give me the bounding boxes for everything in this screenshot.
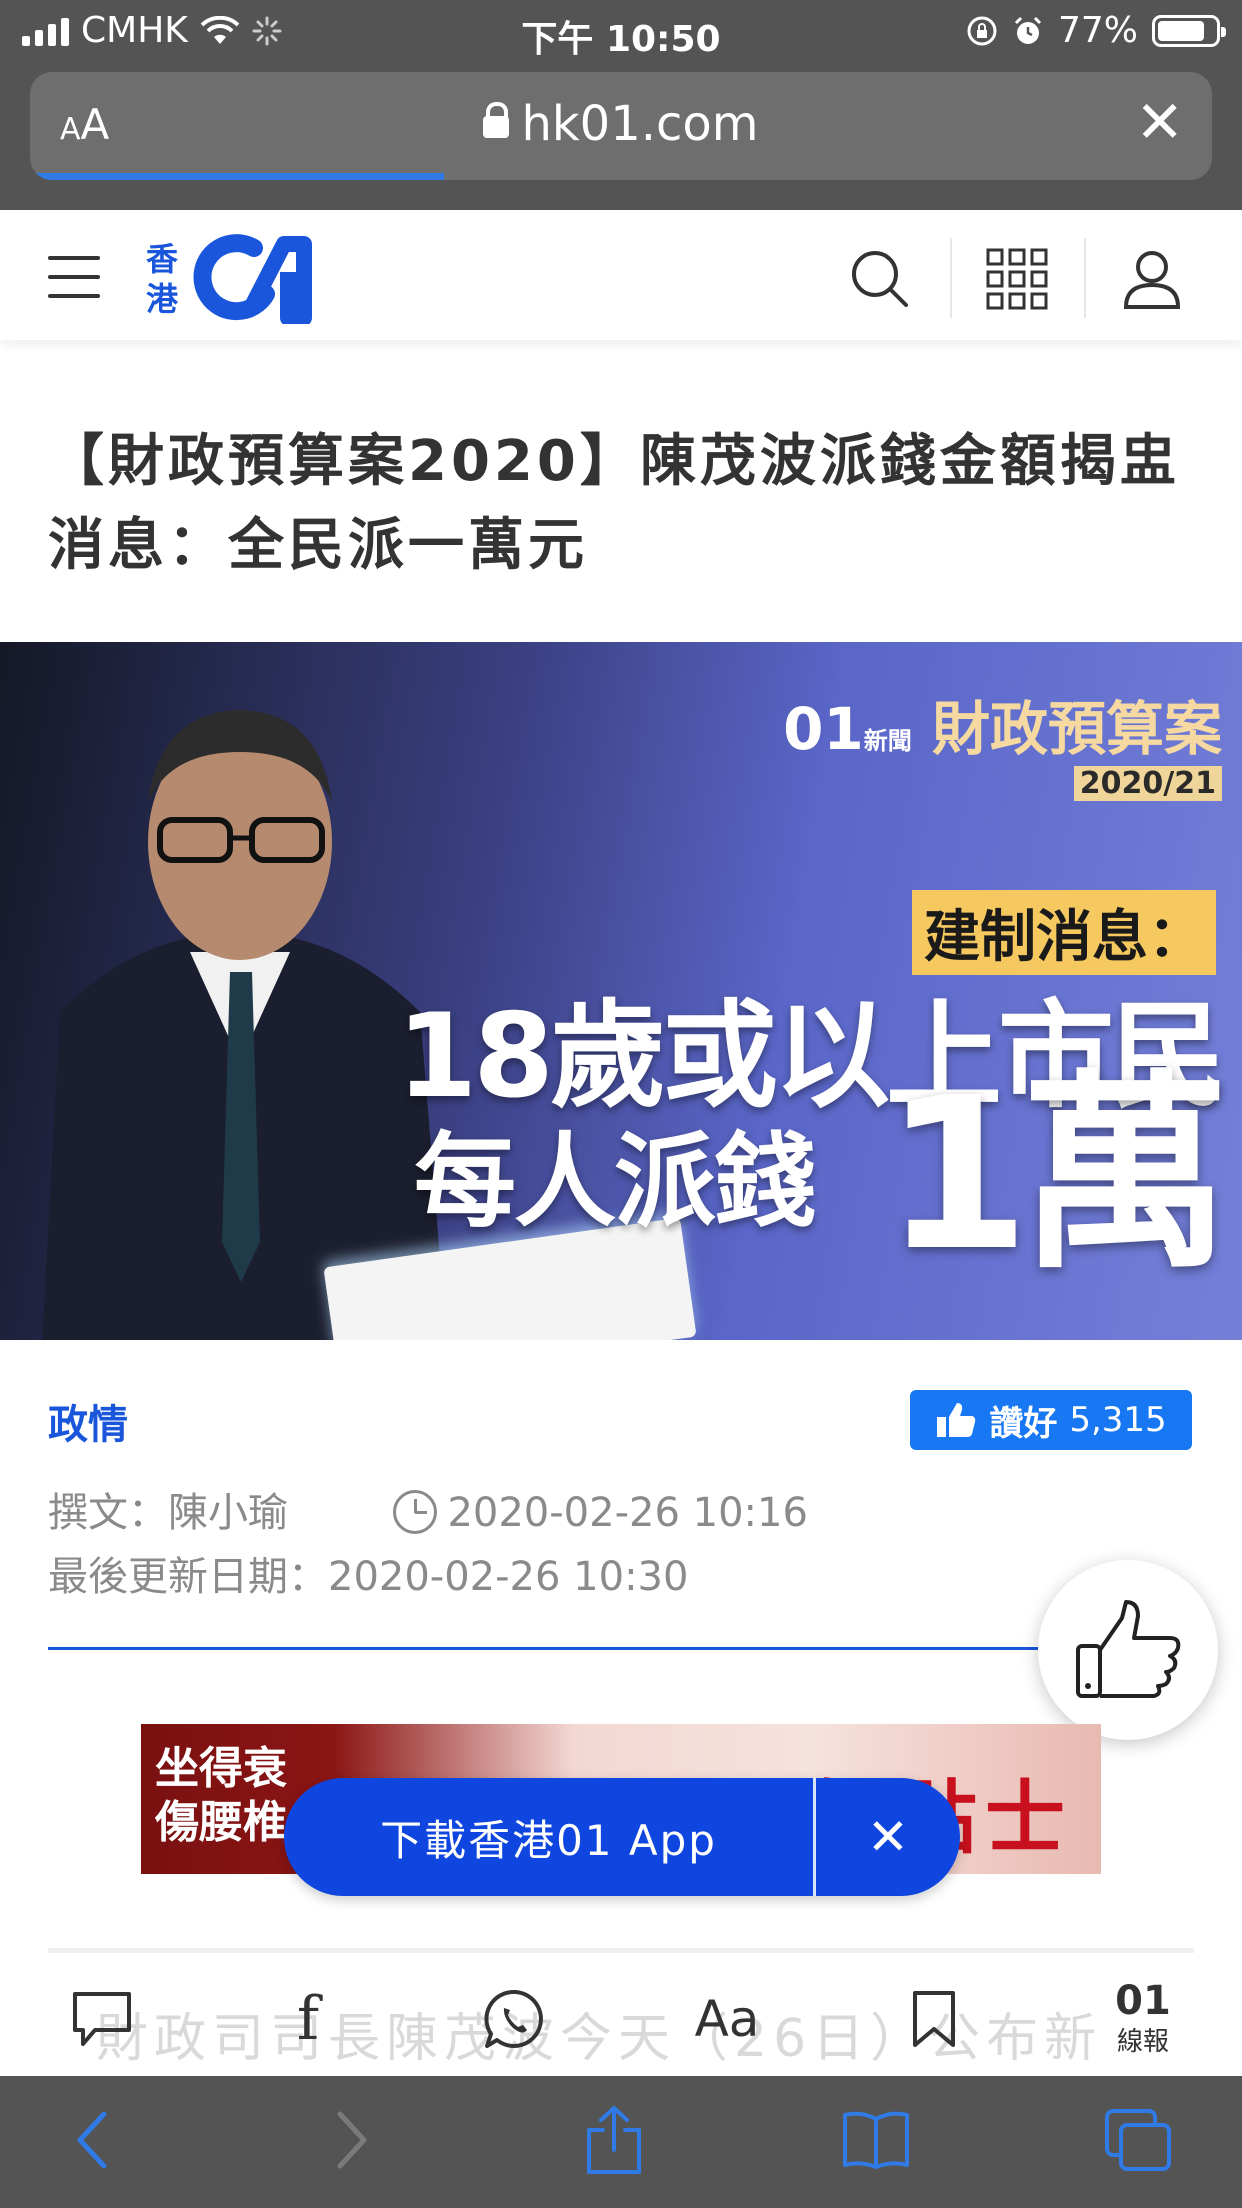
battery-percent: 77% — [1057, 10, 1138, 51]
article-author-line: 撰文：陳小瑜 2020-02-26 10:16 — [48, 1480, 808, 1538]
user-account-icon[interactable] — [1117, 244, 1187, 314]
search-icon[interactable] — [845, 244, 915, 314]
article-action-bar: f Aa 01 線報 — [0, 1960, 1242, 2076]
thumbs-up-outline-icon — [1076, 1600, 1181, 1698]
share-icon[interactable] — [574, 2104, 654, 2176]
whatsapp-share-icon[interactable] — [474, 1984, 554, 2054]
author-name: 撰文：陳小瑜 — [48, 1490, 288, 1536]
back-icon[interactable] — [52, 2104, 132, 2176]
meta-divider — [48, 1647, 1108, 1650]
last-updated: 最後更新日期：2020-02-26 10:30 — [48, 1554, 689, 1600]
bookmarks-icon[interactable] — [836, 2104, 916, 2176]
hero-person-figure — [42, 710, 447, 1340]
thumbs-up-icon — [937, 1403, 976, 1437]
news-tip-label: 線報 — [1116, 2026, 1169, 2057]
font-size-button[interactable]: Aa — [682, 1984, 772, 2054]
page-load-progress — [30, 173, 444, 180]
facebook-like-button[interactable]: 讚好 5,315 — [910, 1390, 1192, 1450]
logo-chinese-text: 香港 — [146, 240, 179, 318]
content-divider — [48, 1948, 1194, 1953]
hero-big-number: 1萬 — [883, 1052, 1230, 1297]
url-display[interactable]: hk01.com — [30, 96, 1212, 152]
hero-line2: 每人派錢 — [414, 1123, 816, 1242]
news-tip-logo: 01 — [1115, 1977, 1171, 2024]
floating-like-button[interactable] — [1038, 1560, 1218, 1740]
news-tip-button[interactable]: 01 線報 — [1098, 1977, 1188, 2057]
like-label: 讚好 — [989, 1403, 1058, 1444]
publish-time: 2020-02-26 10:16 — [447, 1490, 808, 1536]
like-count: 5,315 — [1069, 1400, 1167, 1440]
download-app-button[interactable]: 下載香港01 App — [284, 1807, 813, 1868]
apps-grid-icon[interactable] — [982, 244, 1052, 314]
url-text: hk01.com — [521, 96, 759, 152]
article-headline: 【財政預算案2020】陳茂波派錢金額揭盅 消息：全民派一萬元 — [48, 429, 1240, 578]
tabs-icon[interactable] — [1098, 2104, 1178, 2176]
menu-icon[interactable] — [48, 256, 100, 298]
battery-icon — [1152, 14, 1226, 47]
facebook-share-icon[interactable]: f — [268, 1984, 348, 2054]
lock-icon — [483, 102, 510, 138]
article-category-link[interactable]: 政情 — [48, 1392, 128, 1450]
alarm-icon — [1014, 16, 1042, 44]
browser-bottom-toolbar — [0, 2076, 1242, 2208]
address-bar[interactable]: AA hk01.com ✕ — [30, 72, 1212, 180]
header-divider — [950, 238, 952, 318]
browser-top-bar: CMHK 下午 10:50 77% AA hk01.com ✕ — [0, 0, 1242, 210]
close-banner-button[interactable]: ✕ — [816, 1808, 960, 1866]
hero-image: 01新聞 財政預算案 2020/21 建制消息： 18歲或以上市民 每人派錢 1… — [0, 642, 1242, 1340]
site-header: 香港 — [0, 210, 1242, 340]
comment-icon[interactable] — [62, 1984, 142, 2054]
logo-01-mark — [193, 234, 313, 324]
hero-brand: 01新聞 財政預算案 2020/21 — [783, 695, 1222, 801]
status-right: 77% — [966, 10, 1226, 51]
download-app-banner[interactable]: 下載香港01 App ✕ — [284, 1778, 960, 1896]
clock-icon — [393, 1490, 438, 1534]
header-divider — [1084, 238, 1086, 318]
hk01-logo[interactable]: 香港 — [146, 234, 313, 324]
forward-icon[interactable] — [312, 2104, 392, 2176]
status-bar: CMHK 下午 10:50 77% — [0, 0, 1242, 62]
stop-loading-button[interactable]: ✕ — [1135, 90, 1184, 154]
rotation-lock-icon — [967, 16, 997, 45]
ad-text: 坐得衰 傷腰椎 — [155, 1743, 287, 1848]
bookmark-icon[interactable] — [894, 1984, 974, 2054]
